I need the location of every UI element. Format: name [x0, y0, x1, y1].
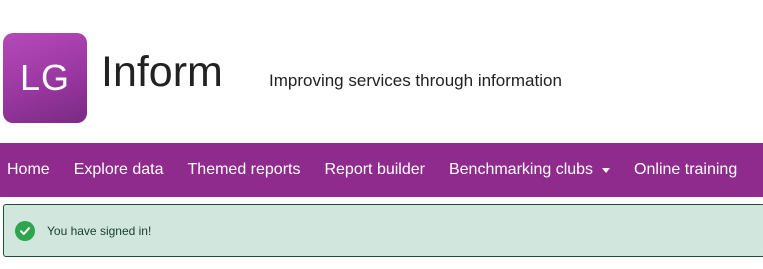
nav-item-label: Online training [634, 161, 738, 178]
nav-item-online-training[interactable]: Online training [634, 161, 737, 179]
caret-down-icon [602, 167, 611, 173]
nav-item-explore-data[interactable]: Explore data [74, 161, 164, 179]
logo[interactable]: LG [3, 33, 87, 123]
logo-wordmark[interactable]: Inform [101, 51, 223, 94]
nav-item-home[interactable]: Home [7, 161, 50, 179]
nav-item-label: Report builder [324, 161, 425, 178]
nav-item-label: Benchmarking clubs [448, 161, 594, 178]
site-tagline: Improving services through information [269, 71, 562, 90]
main-navigation: Home Explore data Themed reports Report … [0, 143, 763, 197]
nav-item-benchmarking-clubs[interactable]: Benchmarking clubs [448, 161, 611, 179]
success-alert: You have signed in! [3, 204, 763, 257]
nav-item-label: Home [7, 161, 50, 178]
nav-item-report-builder[interactable]: Report builder [324, 161, 425, 179]
site-header: LG Inform Improving services through inf… [0, 0, 763, 143]
check-circle-icon [15, 220, 35, 241]
logo-initials: LG [19, 57, 71, 98]
nav-item-label: Themed reports [187, 161, 301, 178]
nav-item-themed-reports[interactable]: Themed reports [188, 161, 301, 179]
alert-message: You have signed in! [47, 223, 152, 238]
nav-item-label: Explore data [73, 161, 164, 178]
